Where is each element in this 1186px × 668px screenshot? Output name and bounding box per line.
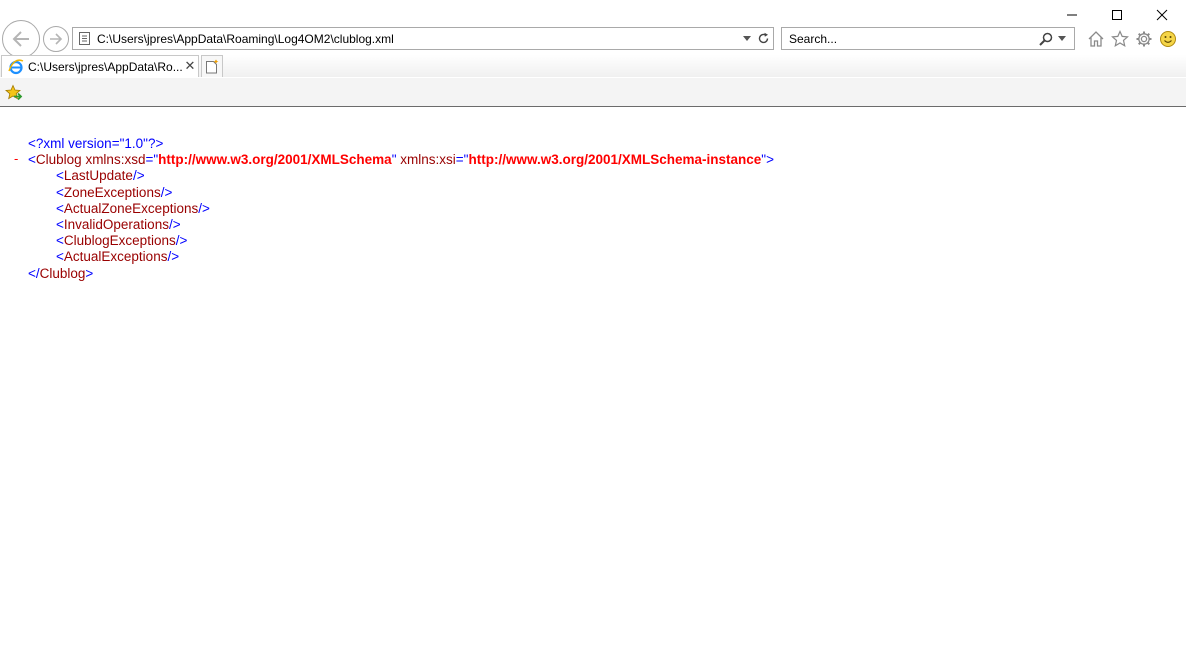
dropdown-arrow-icon — [1058, 36, 1066, 41]
tab-clublog-xml[interactable]: C:\Users\jpres\AppData\Ro... ✕ — [1, 55, 199, 77]
add-to-favorites-bar-button[interactable] — [5, 84, 23, 102]
root-close-tag: </Clublog> — [28, 266, 94, 281]
page-icon — [79, 32, 90, 45]
xml-element-actualexceptions: <ActualExceptions/> — [56, 249, 180, 264]
search-dropdown-button[interactable] — [1056, 30, 1068, 47]
xml-element-lastupdate: <LastUpdate/> — [56, 168, 145, 183]
close-icon — [1156, 9, 1168, 21]
search-box[interactable]: Search... — [781, 27, 1075, 50]
maximize-button[interactable] — [1105, 4, 1129, 26]
tools-button[interactable] — [1134, 29, 1154, 49]
tab-close-button[interactable]: ✕ — [183, 58, 197, 74]
search-icon — [1039, 32, 1053, 46]
home-button[interactable] — [1086, 29, 1106, 49]
collapse-toggle[interactable]: - — [14, 151, 18, 166]
home-icon — [1088, 31, 1104, 47]
xml-element-invalidoperations: <InvalidOperations/> — [56, 217, 181, 232]
star-icon — [1111, 30, 1129, 48]
smiley-icon — [1160, 31, 1176, 47]
xml-element-zoneexceptions: <ZoneExceptions/> — [56, 185, 173, 200]
address-dropdown-button[interactable] — [740, 30, 754, 47]
back-button[interactable] — [2, 20, 40, 58]
close-icon: ✕ — [184, 58, 196, 73]
back-arrow-icon — [12, 31, 29, 47]
refresh-button[interactable] — [755, 30, 771, 47]
search-input[interactable]: Search... — [789, 32, 837, 46]
ie-logo-icon — [8, 59, 24, 75]
address-bar[interactable]: C:\Users\jpres\AppData\Roaming\Log4OM2\c… — [72, 27, 774, 50]
address-text[interactable]: C:\Users\jpres\AppData\Roaming\Log4OM2\c… — [97, 32, 394, 46]
feedback-button[interactable] — [1158, 29, 1178, 49]
add-favorite-icon — [5, 84, 23, 101]
forward-button[interactable] — [43, 26, 69, 52]
tab-title: C:\Users\jpres\AppData\Ro... — [28, 60, 183, 74]
close-window-button[interactable] — [1150, 4, 1174, 26]
minimize-button[interactable] — [1060, 4, 1084, 26]
maximize-icon — [1112, 10, 1122, 20]
xml-document-view: <?xml version="1.0"?> - <Clublog xmlns:x… — [0, 108, 1186, 668]
xml-declaration: <?xml version="1.0"?> — [28, 136, 164, 151]
xml-element-clublogexceptions: <ClublogExceptions/> — [56, 233, 188, 248]
gear-icon — [1136, 31, 1152, 47]
minimize-icon — [1067, 14, 1077, 16]
forward-arrow-icon — [50, 33, 63, 45]
favorites-bar — [0, 78, 1186, 107]
xml-element-actualzoneexceptions: <ActualZoneExceptions/> — [56, 201, 210, 216]
new-tab-icon — [206, 59, 219, 74]
favorites-button[interactable] — [1110, 29, 1130, 49]
dropdown-arrow-icon — [743, 36, 751, 41]
new-tab-button[interactable] — [201, 55, 223, 77]
refresh-icon — [758, 32, 768, 44]
search-button[interactable] — [1037, 30, 1055, 47]
root-open-tag: <Clublog xmlns:xsd="http://www.w3.org/20… — [28, 152, 774, 167]
